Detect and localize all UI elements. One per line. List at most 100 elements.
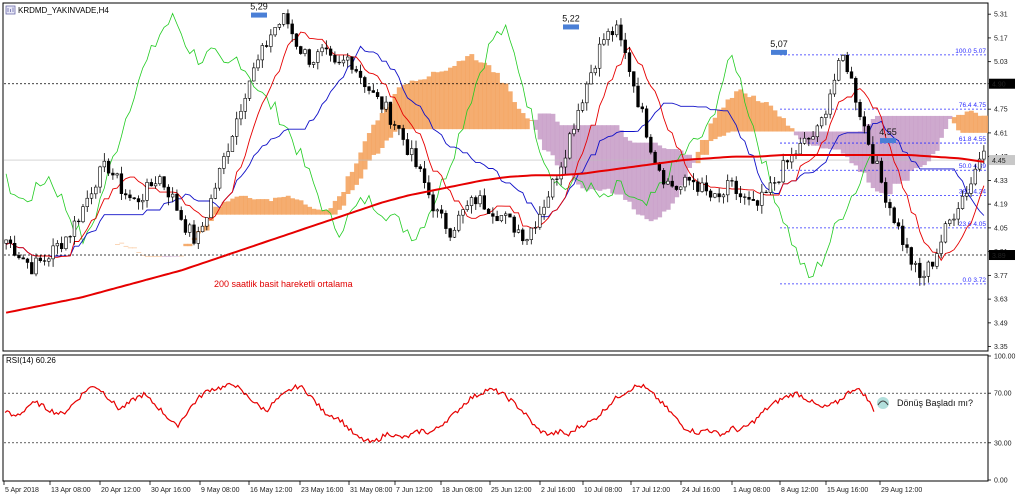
candle-body [124, 193, 128, 196]
cloud-segment [606, 125, 611, 189]
cloud-segment [430, 71, 436, 130]
candle-body [98, 166, 102, 188]
cloud-segment [836, 131, 842, 150]
cloud-segment [845, 131, 850, 158]
candle-body [418, 166, 422, 170]
cloud-segment [153, 255, 159, 257]
candle-body [30, 262, 34, 275]
candle-body [589, 72, 593, 85]
candle-body [188, 224, 192, 233]
candle [568, 131, 572, 160]
cloud-segment [290, 198, 295, 215]
y-tick-label: 3.49 [994, 320, 1008, 327]
candle [892, 206, 896, 225]
candle-body [764, 191, 768, 194]
candle-body [401, 128, 405, 140]
candle-body [68, 236, 72, 238]
cloud-segment [601, 125, 607, 190]
cloud-segment [315, 209, 321, 215]
candle-body [760, 191, 764, 206]
cloud-segment [422, 79, 428, 130]
candle-body [939, 241, 943, 254]
y-tick-label: 3.35 [994, 344, 1008, 351]
cloud-segment [507, 91, 513, 130]
cloud-segment [550, 113, 556, 156]
y-tick-label: 4.33 [994, 178, 1008, 185]
price-label: 4.90 [992, 82, 1006, 89]
candle-body [77, 220, 81, 223]
cloud-segment [960, 114, 966, 133]
candle-body [696, 181, 700, 192]
candle-body [290, 23, 294, 35]
candle-body [252, 67, 256, 82]
cloud-segment [981, 115, 987, 133]
cloud-segment [717, 109, 722, 137]
cloud-segment [226, 201, 231, 215]
cloud-segment [127, 247, 133, 249]
rsi-y-axis: 100.00 70.00 30.00 0.00 [988, 354, 1016, 485]
candle-body [367, 86, 371, 91]
cloud-segment [977, 115, 983, 133]
candle-body [529, 227, 533, 240]
cloud-segment [260, 199, 266, 215]
candle-body [243, 98, 247, 112]
chart-icon [5, 5, 16, 15]
candle-body [34, 257, 38, 275]
cloud-segment [251, 199, 257, 215]
candle-body [4, 239, 8, 244]
candle-body [952, 218, 956, 221]
cloud-segment [520, 113, 526, 130]
cloud-segment [345, 176, 351, 195]
candle-body [371, 90, 375, 93]
candle-body [51, 245, 55, 260]
cloud-segment [418, 79, 424, 130]
candle-body [747, 197, 751, 200]
x-tick-label: 10 Jul 08:00 [584, 487, 622, 494]
candle-body [862, 116, 866, 127]
cloud-segment [499, 82, 505, 130]
cloud-segment [375, 120, 381, 154]
cloud-segment [362, 141, 368, 170]
candle-body [128, 194, 132, 199]
candle-body [341, 59, 346, 64]
cloud-segment [712, 117, 718, 140]
candle-body [969, 183, 973, 194]
candle-body [89, 193, 94, 199]
y-tick-label: 5.03 [994, 59, 1008, 66]
cloud-segment [448, 67, 453, 130]
candle-body [713, 193, 717, 198]
candle-body [687, 176, 691, 181]
cloud-segment [311, 208, 317, 215]
x-tick-label: 9 May 08:00 [201, 487, 240, 494]
candle-body [439, 209, 444, 214]
candle-body [478, 195, 482, 205]
cloud-segment [828, 131, 833, 149]
x-tick-label: 25 Jun 12:00 [491, 487, 532, 494]
candle-body [273, 27, 277, 36]
candle-body [384, 101, 388, 110]
peak-label: 5,07 [770, 39, 788, 49]
peak-arrow-icon [563, 24, 579, 30]
cloud-segment [516, 108, 522, 130]
candle-body [521, 229, 525, 242]
candle-body [183, 219, 188, 233]
candle [299, 45, 303, 55]
candle-body [525, 239, 529, 242]
cloud-segment [721, 107, 727, 136]
candle-body [815, 125, 820, 138]
candle-body [444, 213, 448, 229]
cloud-segment [144, 255, 150, 257]
candle-body [606, 31, 610, 40]
candle-body [512, 216, 516, 233]
candle [81, 203, 85, 224]
cloud-segment [302, 204, 308, 215]
candle-body [683, 176, 687, 188]
cloud-segment [708, 123, 714, 142]
main-chart-title: KRDMD_YAKINVADE,H4 [18, 6, 109, 15]
cloud-segment [366, 133, 372, 161]
cloud-segment [597, 125, 603, 191]
candle-body [901, 225, 905, 245]
cloud-segment [738, 89, 744, 132]
cloud-segment [401, 84, 406, 130]
y-tick-label: 4.75 [994, 107, 1008, 114]
